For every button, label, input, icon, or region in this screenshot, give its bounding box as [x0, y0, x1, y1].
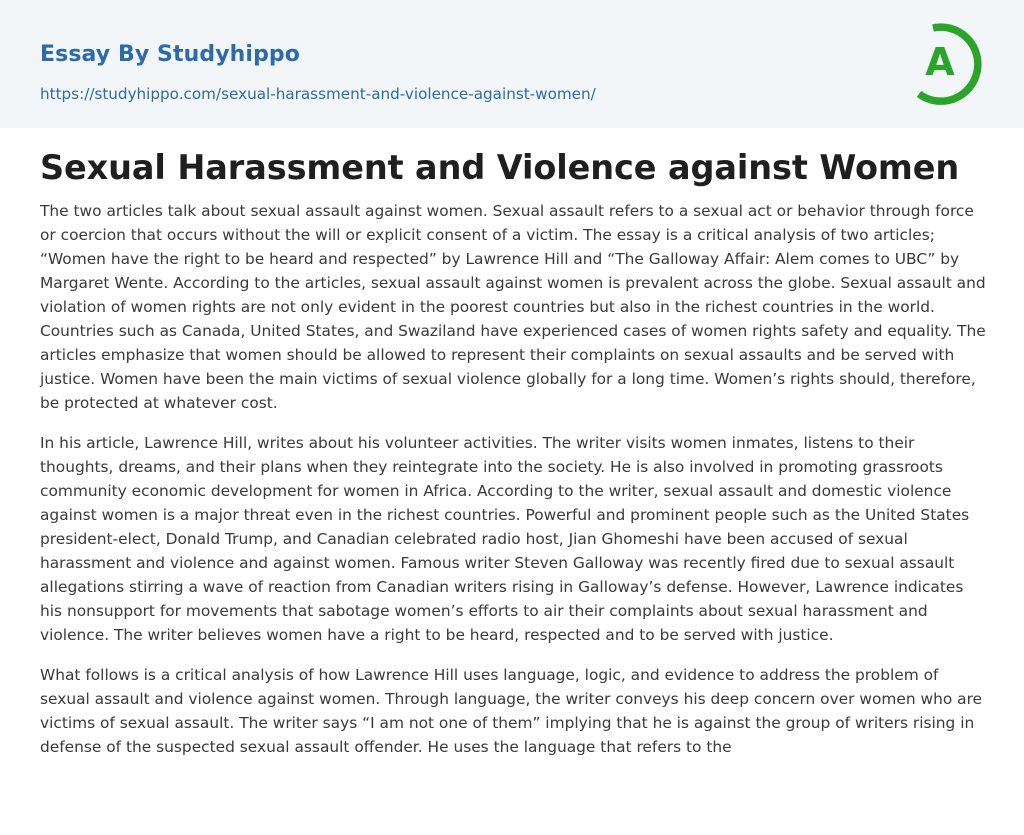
paragraph-3: What follows is a critical analysis of h…: [40, 666, 983, 756]
paragraph-1: The two articles talk about sexual assau…: [40, 202, 986, 412]
logo-letter: A: [925, 40, 955, 84]
article-body: Sexual Harassment and Violence against W…: [40, 146, 986, 775]
article-title: Sexual Harassment and Violence against W…: [40, 148, 960, 187]
studyhippo-logo-icon[interactable]: A: [906, 18, 990, 106]
source-url-link[interactable]: https://studyhippo.com/sexual-harassment…: [40, 85, 596, 103]
paragraph-2: In his article, Lawrence Hill, writes ab…: [40, 434, 970, 644]
site-header: Essay By Studyhippo https://studyhippo.c…: [0, 0, 1024, 128]
brand-name[interactable]: Essay By Studyhippo: [40, 42, 300, 67]
